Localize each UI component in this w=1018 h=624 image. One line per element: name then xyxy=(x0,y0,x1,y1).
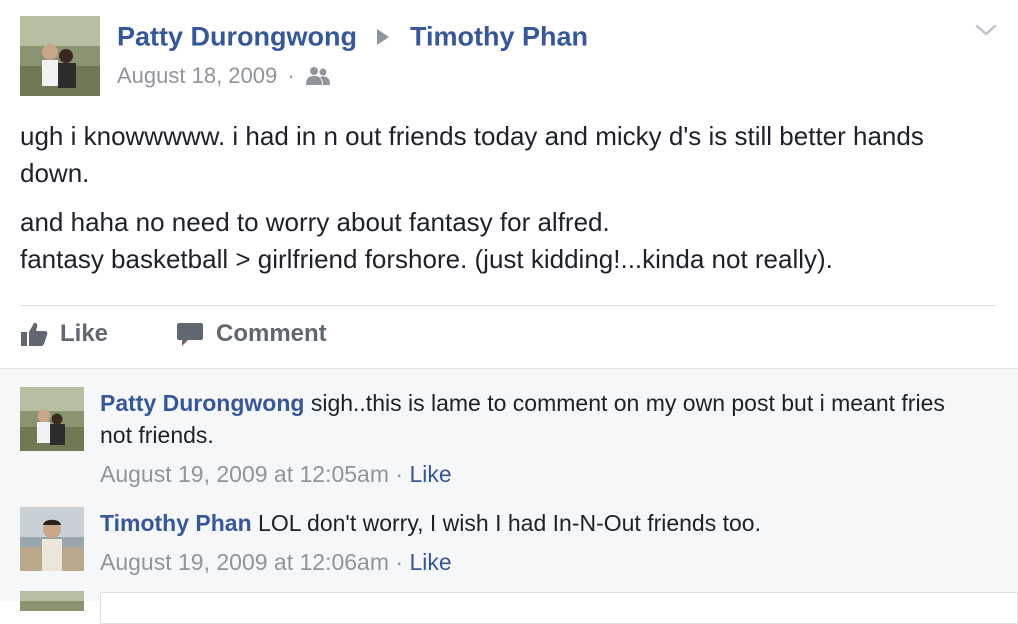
divider xyxy=(20,305,996,306)
comment-like-link[interactable]: Like xyxy=(409,461,451,487)
comment-meta: August 19, 2009 at 12:06am · Like xyxy=(100,549,452,576)
post-paragraph: fantasy basketball > girlfriend forshore… xyxy=(20,244,833,274)
comment-like-link[interactable]: Like xyxy=(409,549,451,575)
reply-input[interactable] xyxy=(100,592,1018,624)
comment-label: Comment xyxy=(216,320,327,347)
post-paragraph: and haha no need to worry about fantasy … xyxy=(20,207,610,237)
commenter-name-link[interactable]: Timothy Phan xyxy=(100,510,252,536)
friends-icon[interactable] xyxy=(305,66,331,92)
separator: · xyxy=(395,549,404,575)
commenter-avatar[interactable] xyxy=(20,387,84,451)
comment-text: LOL don't worry, I wish I had In-N-Out f… xyxy=(258,510,761,536)
separator: · xyxy=(395,461,404,487)
thumbs-up-icon xyxy=(21,322,48,346)
comment-bubble-icon xyxy=(177,323,203,346)
post-body: ugh i knowwwww. i had in n out friends t… xyxy=(20,118,1000,290)
recipient-name-link[interactable]: Timothy Phan xyxy=(410,21,588,51)
comment-body: Patty Durongwong sigh..this is lame to c… xyxy=(100,387,980,451)
author-avatar[interactable] xyxy=(20,16,100,96)
reply-avatar xyxy=(20,591,84,611)
post-header: Patty Durongwong Timothy Phan xyxy=(117,20,588,52)
comment-button[interactable]: Comment xyxy=(176,320,327,348)
post-meta: August 18, 2009 · xyxy=(117,63,331,92)
like-label: Like xyxy=(60,320,109,347)
chevron-down-icon[interactable] xyxy=(974,22,998,43)
author-name-link[interactable]: Patty Durongwong xyxy=(117,21,357,51)
comment-timestamp[interactable]: August 19, 2009 at 12:05am xyxy=(100,461,389,487)
post-card: Patty Durongwong Timothy Phan August 18,… xyxy=(0,0,1018,368)
separator: · xyxy=(287,63,295,88)
arrow-right-icon xyxy=(376,28,389,45)
comment-body: Timothy Phan LOL don't worry, I wish I h… xyxy=(100,507,980,539)
comment-timestamp[interactable]: August 19, 2009 at 12:06am xyxy=(100,549,389,575)
commenter-avatar[interactable] xyxy=(20,507,84,571)
commenter-name-link[interactable]: Patty Durongwong xyxy=(100,390,304,416)
comments-section: Patty Durongwong sigh..this is lame to c… xyxy=(0,368,1018,624)
like-button[interactable]: Like xyxy=(20,320,108,348)
comment-meta: August 19, 2009 at 12:05am · Like xyxy=(100,461,452,488)
post-paragraph: ugh i knowwwww. i had in n out friends t… xyxy=(20,121,924,188)
post-date-link[interactable]: August 18, 2009 xyxy=(117,63,277,88)
